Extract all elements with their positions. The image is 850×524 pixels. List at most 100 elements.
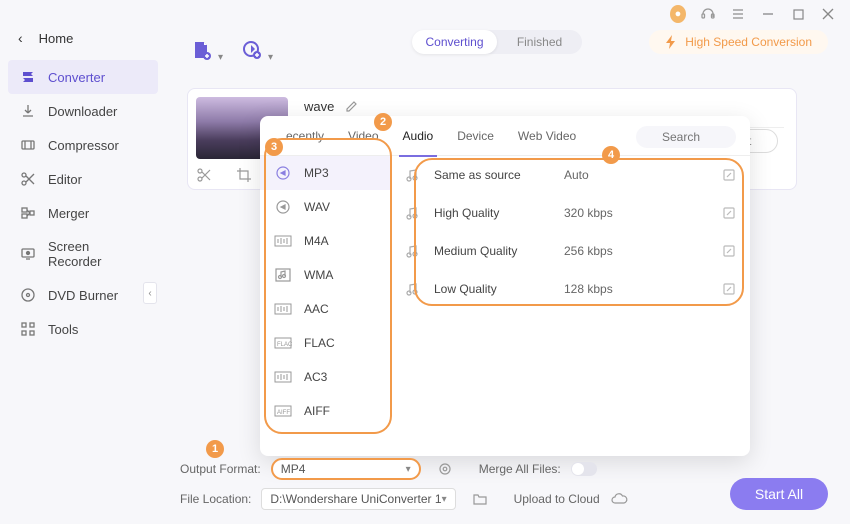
fmt-label: FLAC xyxy=(304,336,335,350)
edit-icon[interactable] xyxy=(722,168,736,182)
music-note-icon xyxy=(404,281,422,297)
music-note-icon xyxy=(404,243,422,259)
menu-icon[interactable] xyxy=(730,6,746,22)
audio-file-icon: FLAC xyxy=(274,336,292,350)
close-icon[interactable] xyxy=(820,6,836,22)
fmt-aiff[interactable]: AIFF AIFF xyxy=(260,394,390,428)
minimize-icon[interactable] xyxy=(760,6,776,22)
fmt-label: AIFF xyxy=(304,404,330,418)
format-popover: ecently Video Audio Device Web Video MP3… xyxy=(260,116,750,456)
tab-webvideo[interactable]: Web Video xyxy=(506,116,588,156)
audio-file-icon: AIFF xyxy=(274,404,292,418)
fmt-aac[interactable]: AAC xyxy=(260,292,390,326)
audio-file-icon xyxy=(274,200,292,214)
fmt-m4a[interactable]: M4A xyxy=(260,224,390,258)
trim-icon[interactable] xyxy=(196,167,212,183)
svg-text:AIFF: AIFF xyxy=(277,410,290,416)
quality-row[interactable]: High Quality320 kbps xyxy=(390,194,750,232)
headset-icon[interactable] xyxy=(700,6,716,22)
high-speed-pill[interactable]: High Speed Conversion xyxy=(649,30,828,54)
fmt-label: WAV xyxy=(304,200,330,214)
maximize-icon[interactable] xyxy=(790,6,806,22)
seg-label: Finished xyxy=(517,35,562,49)
quality-row[interactable]: Medium Quality256 kbps xyxy=(390,232,750,270)
music-note-icon xyxy=(404,205,422,221)
sidebar-item-downloader[interactable]: Downloader xyxy=(8,94,158,128)
scissors-icon xyxy=(20,171,36,187)
quality-row[interactable]: Low Quality128 kbps xyxy=(390,270,750,308)
tab-device[interactable]: Device xyxy=(445,116,506,156)
hs-label: High Speed Conversion xyxy=(685,35,812,49)
file-location-dropdown[interactable]: D:\Wondershare UniConverter 1▾ xyxy=(261,488,455,510)
audio-file-icon xyxy=(274,302,292,316)
sidebar-item-screen-recorder[interactable]: Screen Recorder xyxy=(8,230,158,278)
sidebar-item-label: Screen Recorder xyxy=(48,239,146,269)
sidebar: Converter Downloader Compressor Editor M… xyxy=(8,60,158,346)
sidebar-item-dvd-burner[interactable]: DVD Burner xyxy=(8,278,158,312)
search-input[interactable] xyxy=(636,126,736,148)
audio-file-icon xyxy=(274,166,292,180)
crop-icon[interactable] xyxy=(236,167,252,183)
add-url-icon[interactable]: ▾ xyxy=(239,37,265,63)
quality-value: Auto xyxy=(564,168,722,182)
seg-label: Converting xyxy=(425,35,483,49)
sidebar-item-compressor[interactable]: Compressor xyxy=(8,128,158,162)
fmt-flac[interactable]: FLAC FLAC xyxy=(260,326,390,360)
output-format-label: Output Format: xyxy=(180,462,261,476)
fmt-wma[interactable]: WMA xyxy=(260,258,390,292)
sidebar-item-label: Editor xyxy=(48,172,82,187)
tab-audio[interactable]: Audio xyxy=(391,116,446,156)
edit-icon[interactable] xyxy=(722,206,736,220)
disc-icon xyxy=(20,287,36,303)
avatar[interactable]: ● xyxy=(670,6,686,22)
seg-converting[interactable]: Converting xyxy=(412,30,497,54)
start-all-button[interactable]: Start All xyxy=(730,478,828,510)
grid-icon xyxy=(20,321,36,337)
gear-icon[interactable] xyxy=(437,461,453,477)
sidebar-item-converter[interactable]: Converter xyxy=(8,60,158,94)
merge-toggle[interactable] xyxy=(571,462,597,476)
svg-text:FLAC: FLAC xyxy=(277,342,292,348)
chevron-left-icon: ‹ xyxy=(18,30,23,46)
audio-file-icon xyxy=(274,370,292,384)
add-file-icon[interactable]: ▾ xyxy=(189,37,215,63)
quality-name: Medium Quality xyxy=(434,244,564,258)
tab-recently[interactable]: ecently xyxy=(274,116,336,156)
edit-icon[interactable] xyxy=(722,282,736,296)
music-note-icon xyxy=(404,167,422,183)
edit-icon[interactable] xyxy=(722,244,736,258)
output-format-dropdown[interactable]: MP4▾ xyxy=(271,458,421,480)
start-all-label: Start All xyxy=(755,486,803,502)
cloud-icon[interactable] xyxy=(610,492,628,506)
fmt-wav[interactable]: WAV xyxy=(260,190,390,224)
audio-file-icon xyxy=(274,234,292,248)
download-icon xyxy=(20,103,36,119)
sidebar-item-tools[interactable]: Tools xyxy=(8,312,158,346)
quality-row[interactable]: Same as sourceAuto xyxy=(390,156,750,194)
sidebar-item-merger[interactable]: Merger xyxy=(8,196,158,230)
home-label: Home xyxy=(39,31,74,46)
audio-file-icon xyxy=(274,268,292,282)
converter-icon xyxy=(20,69,36,85)
fmt-label: WMA xyxy=(304,268,333,282)
callout-badge-4: 4 xyxy=(602,146,620,164)
folder-icon[interactable] xyxy=(472,492,488,506)
quality-value: 256 kbps xyxy=(564,244,722,258)
callout-badge-2: 2 xyxy=(374,113,392,131)
upload-label: Upload to Cloud xyxy=(514,492,600,506)
fmt-ac3[interactable]: AC3 xyxy=(260,360,390,394)
sidebar-item-editor[interactable]: Editor xyxy=(8,162,158,196)
tab-label: Audio xyxy=(403,129,434,143)
home-back[interactable]: ‹ Home xyxy=(18,30,73,46)
chevron-down-icon: ▾ xyxy=(406,464,411,475)
sidebar-item-label: Converter xyxy=(48,70,105,85)
sidebar-collapse-handle[interactable]: ‹ xyxy=(143,282,157,304)
edit-name-icon[interactable] xyxy=(344,100,358,114)
fmt-label: MP3 xyxy=(304,166,329,180)
seg-finished[interactable]: Finished xyxy=(497,30,582,54)
fmt-mp3[interactable]: MP3 xyxy=(260,156,390,190)
sidebar-item-label: DVD Burner xyxy=(48,288,118,303)
tab-label: Web Video xyxy=(518,129,576,143)
status-segmented: Converting Finished xyxy=(412,30,582,54)
quality-name: Low Quality xyxy=(434,282,564,296)
